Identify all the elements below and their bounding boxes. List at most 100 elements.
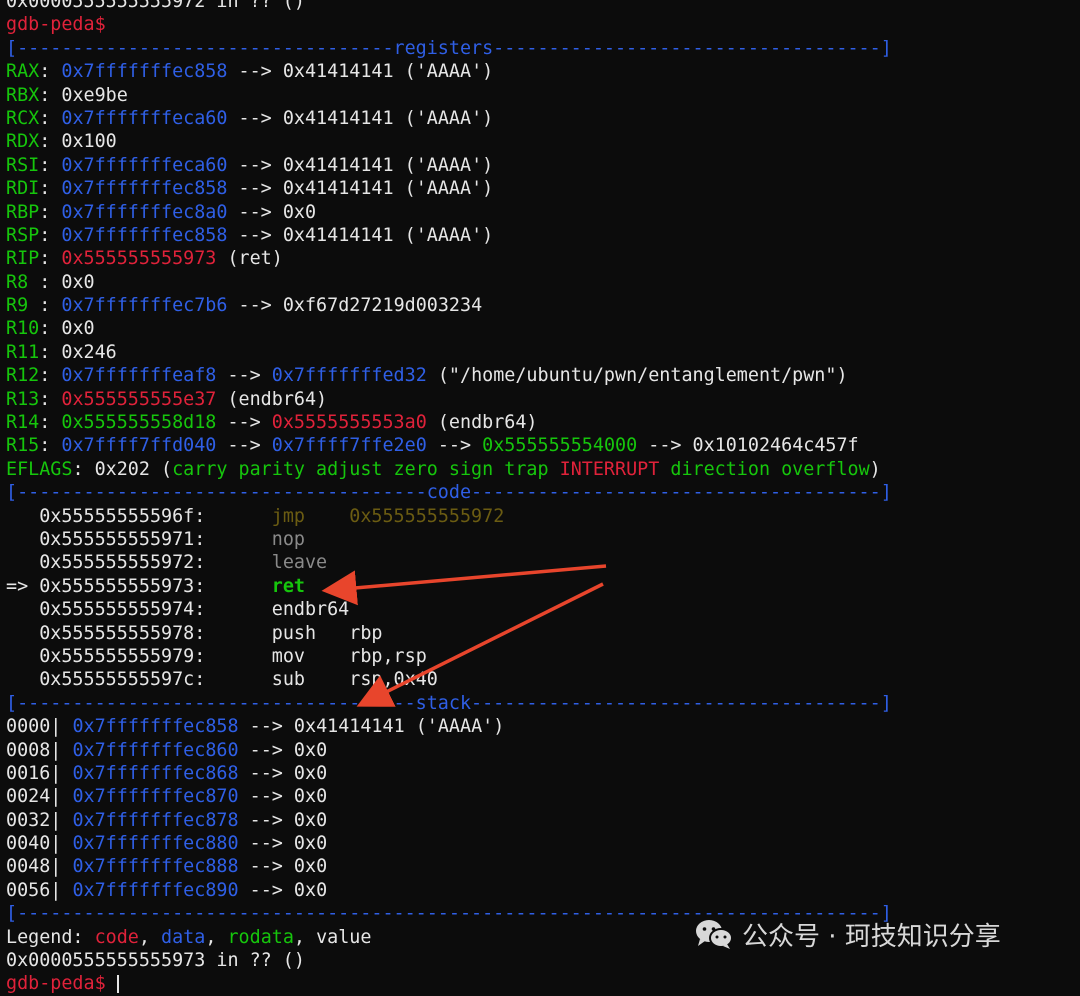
register-label: RDX xyxy=(6,131,40,153)
register-value: 0x202 ( xyxy=(94,458,173,480)
register-rcx: RCX: 0x7fffffffeca60 --> 0x41414141 ('AA… xyxy=(6,107,494,129)
pointer-arrow: --> xyxy=(238,716,294,738)
pointer-arrow: --> xyxy=(238,762,294,784)
stack-address: 0x7fffffffec880 xyxy=(72,833,239,855)
register-value: 0x0 xyxy=(282,201,317,223)
register-value: (ret) xyxy=(216,248,283,270)
register-address: 0x7fffffffed32 xyxy=(271,365,427,387)
instruction-address: 0x555555555978: xyxy=(39,622,206,644)
code-line: 0x55555555596f: jmp 0x555555555972 xyxy=(6,505,1080,528)
code-line: 0x55555555597c: sub rsp,0x40 xyxy=(6,668,1080,691)
legend-rodata: rodata xyxy=(227,926,294,948)
stack-value: 0x0 xyxy=(293,833,328,855)
stack-address: 0x7fffffffec890 xyxy=(72,879,239,901)
register-address: 0x7ffff7ffd040 xyxy=(61,435,217,457)
stack-address: 0x7fffffffec858 xyxy=(72,716,239,738)
register-value: 0x41414141 ('AAAA') xyxy=(282,107,494,129)
stack-offset: 0024| xyxy=(6,786,62,808)
code-line: 0x555555555974: endbr64 xyxy=(6,598,1080,621)
code-line: 0x555555555971: nop xyxy=(6,528,1080,551)
pointer-arrow: --> xyxy=(216,412,272,434)
pointer-arrow: --> xyxy=(637,435,693,457)
register-address: 0x5555555553a0 xyxy=(271,412,427,434)
register-label: R12 xyxy=(6,365,40,387)
pointer-arrow: --> xyxy=(216,435,272,457)
register-address: 0x555555554000 xyxy=(482,435,638,457)
register-r10: R10: 0x0 xyxy=(6,318,95,340)
register-value: 0x100 xyxy=(61,131,117,153)
pointer-arrow: --> xyxy=(238,809,294,831)
text-cursor xyxy=(116,975,119,994)
legend-value: value xyxy=(316,926,372,948)
code-line: 0x555555555979: mov rbp,rsp xyxy=(6,645,1080,668)
register-label: R9 xyxy=(6,295,40,317)
register-value: 0xf67d27219d003234 xyxy=(282,295,483,317)
register-address: 0x555555555e37 xyxy=(61,388,217,410)
instruction-mnemonic: mov xyxy=(271,645,350,667)
instruction-mnemonic: jmp xyxy=(271,505,350,527)
separator-registers: [----------------------------------regis… xyxy=(6,37,1080,60)
eflags-flags: direction overflow xyxy=(659,458,870,480)
current-instruction-marker: => xyxy=(6,575,40,597)
instruction-mnemonic: ret xyxy=(271,575,305,597)
code-line: 0x555555555978: push rbp xyxy=(6,622,1080,645)
pointer-arrow: --> xyxy=(227,224,283,246)
instruction-mnemonic: sub xyxy=(271,669,350,691)
register-r14: R14: 0x555555558d18 --> 0x5555555553a0 (… xyxy=(6,412,538,434)
register-address: 0x7ffff7ffe2e0 xyxy=(271,435,427,457)
wechat-icon xyxy=(696,920,733,949)
register-r15: R15: 0x7ffff7ffd040 --> 0x7ffff7ffe2e0 -… xyxy=(6,435,859,457)
separator-code: [-------------------------------------co… xyxy=(6,481,1080,504)
register-address: 0x7fffffffeca60 xyxy=(61,154,228,176)
register-label: R15 xyxy=(6,435,40,457)
register-value: 0x0 xyxy=(61,318,95,340)
stack-value: 0x0 xyxy=(293,762,328,784)
register-eflags: EFLAGS: 0x202 (carry parity adjust zero … xyxy=(6,458,881,480)
register-r8: R8 : 0x0 xyxy=(6,271,95,293)
code-line: 0x555555555972: leave xyxy=(6,551,1080,574)
watermark-text: 公众号 · 珂技知识分享 xyxy=(742,921,1001,952)
register-rbx: RBX: 0xe9be xyxy=(6,84,128,106)
instruction-operand: 0x555555555972 xyxy=(349,505,505,527)
stack-row: 0056| 0x7fffffffec890 --> 0x0 xyxy=(6,879,1080,902)
code-line-current: => 0x555555555973: ret xyxy=(6,575,1080,598)
pointer-arrow: --> xyxy=(238,833,294,855)
register-value: 0x0 xyxy=(61,271,95,293)
stack-offset: 0000| xyxy=(6,716,62,738)
instruction-address: 0x55555555596f: xyxy=(39,505,206,527)
register-value: 0x10102464c457f xyxy=(692,435,859,457)
register-r12: R12: 0x7fffffffeaf8 --> 0x7fffffffed32 (… xyxy=(6,365,848,387)
pointer-arrow: --> xyxy=(227,61,283,83)
stack-address: 0x7fffffffec878 xyxy=(72,809,239,831)
stack-value: 0x0 xyxy=(293,879,328,901)
terminal[interactable]: 0x0000555555555972 in ?? () gdb-peda$ [-… xyxy=(6,0,1080,996)
register-label: R11 xyxy=(6,341,40,363)
register-rsp: RSP: 0x7fffffffec858 --> 0x41414141 ('AA… xyxy=(6,224,494,246)
prompt-line: gdb-peda$ xyxy=(6,13,1080,36)
current-instruction-marker xyxy=(6,552,39,573)
separator-text: [----------------------------------regis… xyxy=(6,37,892,59)
stack-row: 0024| 0x7fffffffec870 --> 0x0 xyxy=(6,785,1080,808)
register-r9: R9 : 0x7fffffffec7b6 --> 0xf67d27219d003… xyxy=(6,295,483,317)
instruction-address: 0x555555555972: xyxy=(39,552,206,574)
register-value: 0x41414141 ('AAAA') xyxy=(282,224,494,246)
register-rdi: RDI: 0x7fffffffec858 --> 0x41414141 ('AA… xyxy=(6,178,494,200)
stack-row: 0040| 0x7fffffffec880 --> 0x0 xyxy=(6,832,1080,855)
stack-value: 0x0 xyxy=(293,856,328,878)
eflags-interrupt-flag: INTERRUPT xyxy=(559,458,660,480)
instruction-operand: rbp,rsp xyxy=(349,645,427,667)
stack-offset: 0048| xyxy=(6,856,62,878)
stack-offset: 0056| xyxy=(6,879,62,901)
bottom-prompt-line[interactable]: gdb-peda$ xyxy=(6,972,1080,995)
stack-value: 0x0 xyxy=(293,739,328,761)
instruction-mnemonic: leave xyxy=(271,552,328,574)
gdb-prompt: gdb-peda$ xyxy=(6,973,117,995)
register-label: RBX xyxy=(6,84,40,106)
instruction-operand: rbp xyxy=(349,622,383,644)
register-r11: R11: 0x246 xyxy=(6,341,117,363)
current-instruction-marker xyxy=(6,529,39,550)
stack-address: 0x7fffffffec868 xyxy=(72,762,239,784)
current-instruction-marker xyxy=(6,646,39,667)
instruction-address: 0x555555555979: xyxy=(39,645,206,667)
status-text: 0x0000555555555973 in ?? () xyxy=(6,950,305,972)
